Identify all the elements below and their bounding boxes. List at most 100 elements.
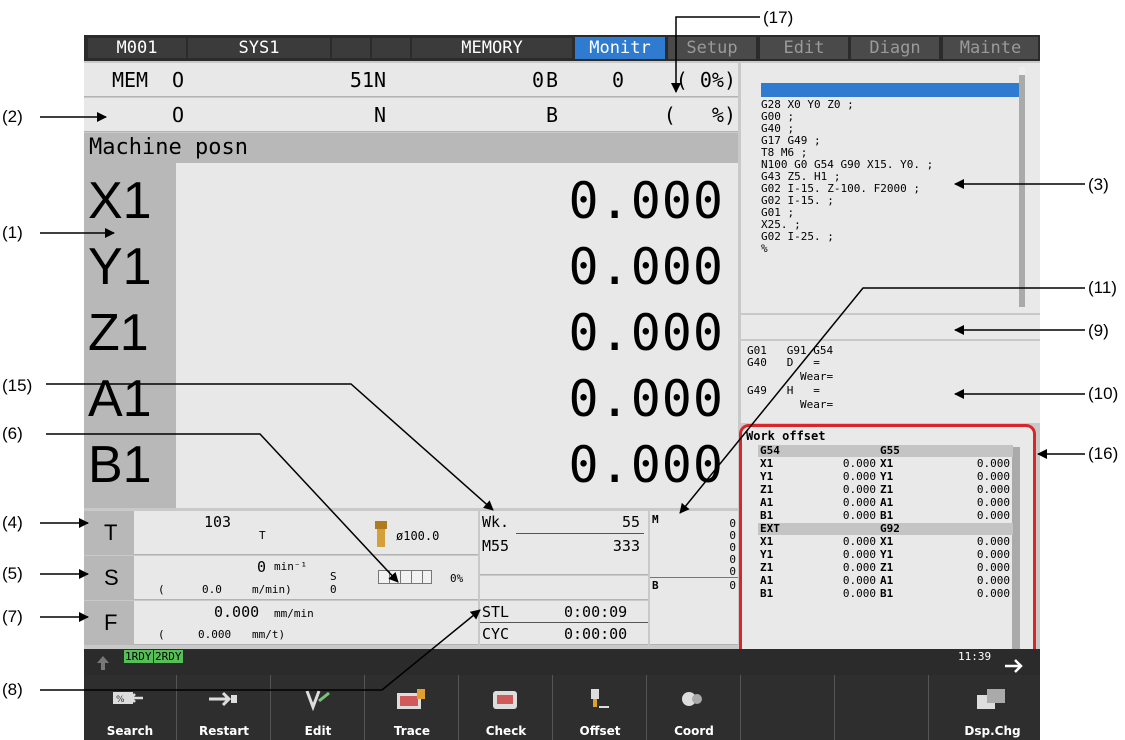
offset-axis: Y1 (880, 470, 894, 483)
status-cell-empty (372, 38, 410, 58)
edit-icon (299, 687, 335, 712)
coord-icon (675, 687, 711, 711)
cyc-label: CYC (482, 625, 510, 643)
program-scroll-thumb[interactable] (1019, 67, 1025, 75)
offset-value: 0.000 (976, 496, 1010, 509)
operation-mode: MEMORY (412, 38, 572, 58)
b-code-label: B (652, 579, 659, 592)
work-offset-row[interactable]: Z1 0.000 Z1 0.000 (758, 484, 1013, 496)
trace-softkey[interactable]: Trace (366, 675, 459, 740)
offset-value: 0.000 (842, 574, 876, 587)
offset-softkey[interactable]: Offset (554, 675, 647, 740)
offset-value: 0.000 (842, 483, 876, 496)
mode-label: MEM (111, 68, 149, 92)
callout-16: (16) (1088, 444, 1119, 463)
empty-softkey[interactable] (742, 675, 835, 740)
ready-badge-1: 1RDY (124, 650, 153, 663)
status-strip: 1RDY 2RDY 11:39 (84, 649, 1040, 675)
spindle-label: S (84, 556, 134, 600)
blank-panel (480, 576, 648, 600)
system-name: SYS1 (188, 38, 330, 58)
n-label: N (374, 68, 387, 92)
m55-label: M55 (482, 537, 510, 555)
restart-softkey[interactable]: Restart (178, 675, 271, 740)
work-offset-row[interactable]: A1 0.000 A1 0.000 (758, 497, 1013, 509)
work-offset-group-header: G54 G55 (758, 445, 1013, 457)
offset-value: 0.000 (842, 457, 876, 470)
program-line: G02 I-25. ; (761, 230, 834, 243)
work-offset-row[interactable]: A1 0.000 A1 0.000 (758, 575, 1013, 587)
work-offset-row[interactable]: Y1 0.000 Y1 0.000 (758, 471, 1013, 483)
axis-value: 0.000 (568, 436, 724, 494)
display-change-softkey[interactable]: Dsp.Chg (946, 675, 1039, 740)
trace-icon (393, 687, 429, 711)
softkey-label: Dsp.Chg (964, 724, 1021, 738)
modal-line: G49 H = (747, 384, 820, 397)
program-scrollbar[interactable] (1019, 67, 1025, 307)
display-change-icon (973, 687, 1009, 711)
softkey-label: Coord (674, 724, 714, 738)
offset-axis: Y1 (760, 470, 774, 483)
offset-value: 0.000 (976, 470, 1010, 483)
work-offset-row[interactable]: X1 0.000 X1 0.000 (758, 458, 1013, 470)
offset-axis: Z1 (880, 483, 894, 496)
empty-softkey[interactable] (836, 675, 929, 740)
o-label: O (172, 103, 185, 127)
work-offset-scrollbar[interactable] (1012, 447, 1020, 659)
axis-name: B1 (88, 436, 152, 494)
tab-edit[interactable]: Edit (760, 37, 848, 59)
check-softkey[interactable]: Check (460, 675, 553, 740)
s-sub-value: 0 (330, 583, 337, 596)
surface-speed-unit: m/min) (252, 583, 292, 596)
work-count-value: 55 (621, 513, 640, 531)
callout-10: (10) (1088, 384, 1119, 403)
offset-value: 0.000 (842, 470, 876, 483)
feed-unit: mm/min (274, 607, 314, 620)
callout-7: (7) (2, 607, 23, 626)
axis-name: X1 (88, 172, 152, 230)
offset-value: 0.000 (976, 574, 1010, 587)
work-offset-row[interactable]: Z1 0.000 Z1 0.000 (758, 562, 1013, 574)
spindle-panel: 0 min⁻¹ ( 0.0 m/min) S 0 0% (134, 556, 478, 600)
s-sub-label: S (330, 570, 337, 583)
offset-axis: B1 (760, 509, 774, 522)
modal-line: G40 D = (747, 356, 820, 369)
tab-setup[interactable]: Setup (668, 37, 756, 59)
program-line: % (761, 242, 768, 255)
edit-softkey[interactable]: Edit (272, 675, 365, 740)
axis-value: 0.000 (568, 238, 724, 296)
work-offset-row[interactable]: Y1 0.000 Y1 0.000 (758, 549, 1013, 561)
softkey-label: Search (106, 724, 154, 738)
o-number: 51 (349, 68, 374, 92)
axis-name-column: X1 Y1 Z1 A1 B1 (84, 163, 176, 508)
softkey-bar: % Search Restart Edit Trace Check Offset… (84, 675, 1040, 740)
tab-maintenance[interactable]: Mainte (943, 37, 1038, 59)
modal-info: G01 G91 G54 G40 D = Wear= G49 H = Wear= (741, 341, 1040, 423)
tab-monitor[interactable]: Monitr (575, 37, 665, 59)
search-icon: % (111, 687, 147, 711)
n-number: 0 (531, 68, 544, 92)
work-offset-row[interactable]: X1 0.000 X1 0.000 (758, 536, 1013, 548)
surface-speed: 0.0 (202, 583, 222, 596)
offset-axis: A1 (880, 496, 894, 509)
offset-axis: X1 (760, 535, 774, 548)
up-arrow-icon[interactable] (96, 655, 110, 671)
feed-panel: 0.000 mm/min ( 0.000 mm/t) (134, 601, 478, 645)
offset-value: 0.000 (842, 587, 876, 600)
tool-panel: 103 T ø100.0 (134, 511, 478, 555)
work-offset-row[interactable]: B1 0.000 B1 0.000 (758, 588, 1013, 600)
tab-diagnosis[interactable]: Diagn (851, 37, 939, 59)
work-offset-panel: Work offset G54 G55 X1 0.000 X1 0.000 Y1 0.000 Y… (739, 424, 1036, 672)
program-row-1: MEM O 51 N 0 B 0 ( 0%) (84, 63, 738, 97)
softkey-label: Check (485, 724, 527, 738)
cnc-screen: M001 SYS1 MEMORY Monitr Setup Edit Diagn… (84, 35, 1040, 740)
work-offset-group-header: EXT G92 (758, 523, 1013, 535)
work-offset-row[interactable]: B1 0.000 B1 0.000 (758, 510, 1013, 522)
program-view[interactable]: G28 X0 Y0 Z0 ; G00 ; G40 ; G17 G49 ; T8 … (741, 63, 1040, 313)
offset-value: 0.000 (976, 548, 1010, 561)
offset-value: 0.000 (976, 535, 1010, 548)
axis-name: A1 (88, 370, 152, 428)
coord-softkey[interactable]: Coord (648, 675, 741, 740)
search-softkey[interactable]: % Search (84, 675, 177, 740)
offset-axis: X1 (880, 535, 894, 548)
